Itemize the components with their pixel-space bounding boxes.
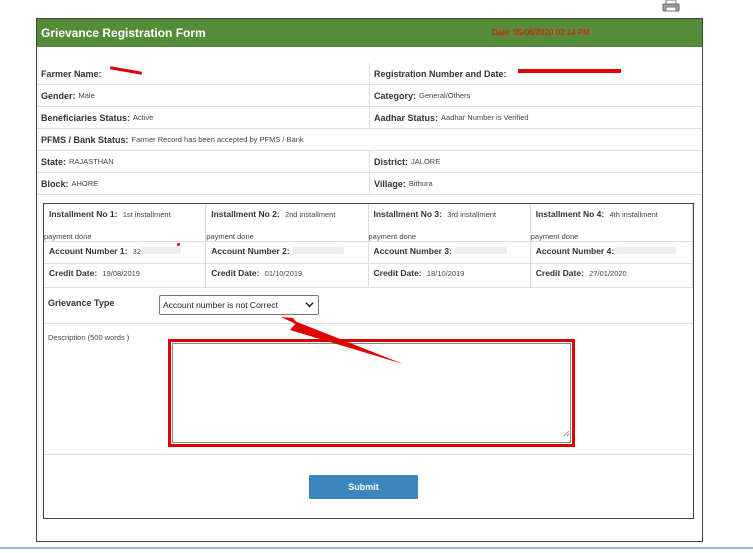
grievance-type-selected: Account number is not Correct xyxy=(163,300,278,310)
district-cell: District: JALORE xyxy=(369,151,701,172)
installment-done: payment done xyxy=(44,232,92,241)
state-label: State: xyxy=(41,156,67,167)
account-number-label: Account Number 1: xyxy=(49,246,128,256)
gender-value: Male xyxy=(78,91,95,100)
account-number-label: Account Number 4: xyxy=(535,246,615,256)
category-value: General/Others xyxy=(419,91,471,100)
form-date-stamp: Date: 05/06/2020 02:14 PM xyxy=(492,28,590,37)
credit-date-value: 18/10/2019 xyxy=(426,269,465,278)
village-value: Bithura xyxy=(408,179,433,188)
credit-date-label: Credit Date: xyxy=(373,268,422,278)
village-label: Village: xyxy=(374,178,406,189)
grievance-type-label: Grievance Type xyxy=(48,298,115,308)
description-row: Description (500 words ) xyxy=(44,324,693,455)
state-value: RAJASTHAN xyxy=(69,157,114,166)
redaction-dot xyxy=(177,243,180,246)
description-textarea[interactable] xyxy=(168,339,575,447)
form-title: Grievance Registration Form xyxy=(41,26,206,40)
gender-cell: Gender: Male xyxy=(37,85,369,106)
installment-title-label: Installment No 1: xyxy=(49,209,118,219)
gender-label: Gender: xyxy=(41,90,76,101)
form-header: Grievance Registration Form Date: 05/06/… xyxy=(37,19,702,47)
aadhar-value: Aadhar Number is Verified xyxy=(441,113,529,122)
district-label: District: xyxy=(374,156,409,167)
farmer-name-cell: Farmer Name: xyxy=(37,63,369,84)
installment-title-value: 4th installment xyxy=(609,210,658,219)
pfms-label: PFMS / Bank Status: xyxy=(41,134,129,145)
installment-col-1: Installment No 1: 1st installment paymen… xyxy=(44,204,207,287)
credit-date-value: 01/10/2019 xyxy=(264,269,303,278)
installment-col-2: Installment No 2: 2nd installment paymen… xyxy=(206,204,369,287)
account-number-label: Account Number 2: xyxy=(211,246,290,256)
category-cell: Category: General/Others xyxy=(369,85,701,106)
pfms-value: Farmer Record has been accepted by PFMS … xyxy=(131,135,304,144)
installment-done: payment done xyxy=(206,232,254,241)
grievance-type-select[interactable]: Account number is not Correct xyxy=(159,295,319,315)
registration-cell: Registration Number and Date: xyxy=(369,63,701,84)
masked-account-3 xyxy=(455,247,507,254)
installment-col-4: Installment No 4: 4th installment paymen… xyxy=(531,204,693,287)
installment-title-value: 2nd installment xyxy=(284,210,336,219)
print-icon[interactable] xyxy=(662,0,680,12)
aadhar-label: Aadhar Status: xyxy=(374,112,439,123)
block-label: Block: xyxy=(41,178,69,189)
installment-done: payment done xyxy=(530,232,579,241)
installment-grid: Installment No 1: 1st installment paymen… xyxy=(44,204,693,288)
resize-handle-icon[interactable] xyxy=(563,424,570,442)
masked-account-2 xyxy=(292,247,344,254)
chevron-down-icon xyxy=(305,300,314,311)
redaction-mark-registration xyxy=(518,69,621,73)
credit-date-value: 19/08/2019 xyxy=(102,269,140,278)
farmer-info-grid: Farmer Name: Registration Number and Dat… xyxy=(37,63,702,195)
block-cell: Block: AHORE xyxy=(37,173,369,194)
registration-label: Registration Number and Date: xyxy=(374,68,507,79)
credit-date-value: 27/01/2020 xyxy=(589,269,627,278)
state-cell: State: RAJASTHAN xyxy=(37,151,369,172)
category-label: Category: xyxy=(374,90,417,101)
submit-button[interactable]: Submit xyxy=(309,475,418,499)
masked-account-4 xyxy=(616,247,676,254)
masked-account-1 xyxy=(141,247,181,254)
installment-title-label: Installment No 2: xyxy=(211,209,280,219)
district-value: JALORE xyxy=(411,157,441,166)
beneficiaries-cell: Beneficiaries Status: Active xyxy=(37,107,369,128)
pfms-cell: PFMS / Bank Status: Farmer Record has be… xyxy=(37,129,702,150)
installment-col-3: Installment No 3: 3rd installment paymen… xyxy=(369,204,531,287)
description-label: Description (500 words ) xyxy=(48,333,130,342)
account-number-label: Account Number 3: xyxy=(373,246,452,256)
installment-done: payment done xyxy=(368,232,417,241)
block-value: AHORE xyxy=(71,179,99,188)
village-cell: Village: Bithura xyxy=(369,173,701,194)
installment-title-label: Installment No 3: xyxy=(373,209,442,219)
beneficiaries-label: Beneficiaries Status: xyxy=(41,112,131,123)
aadhar-cell: Aadhar Status: Aadhar Number is Verified xyxy=(369,107,701,128)
installment-title-label: Installment No 4: xyxy=(535,209,605,219)
credit-date-label: Credit Date: xyxy=(49,268,98,278)
beneficiaries-value: Active xyxy=(133,113,154,122)
credit-date-label: Credit Date: xyxy=(535,268,584,278)
grievance-type-row: Grievance Type Account number is not Cor… xyxy=(44,288,693,324)
installment-title-value: 3rd installment xyxy=(447,210,496,219)
farmer-name-label: Farmer Name: xyxy=(41,68,102,79)
credit-date-label: Credit Date: xyxy=(211,268,260,278)
bottom-divider xyxy=(0,547,753,549)
installment-title-value: 1st installment xyxy=(122,210,171,219)
